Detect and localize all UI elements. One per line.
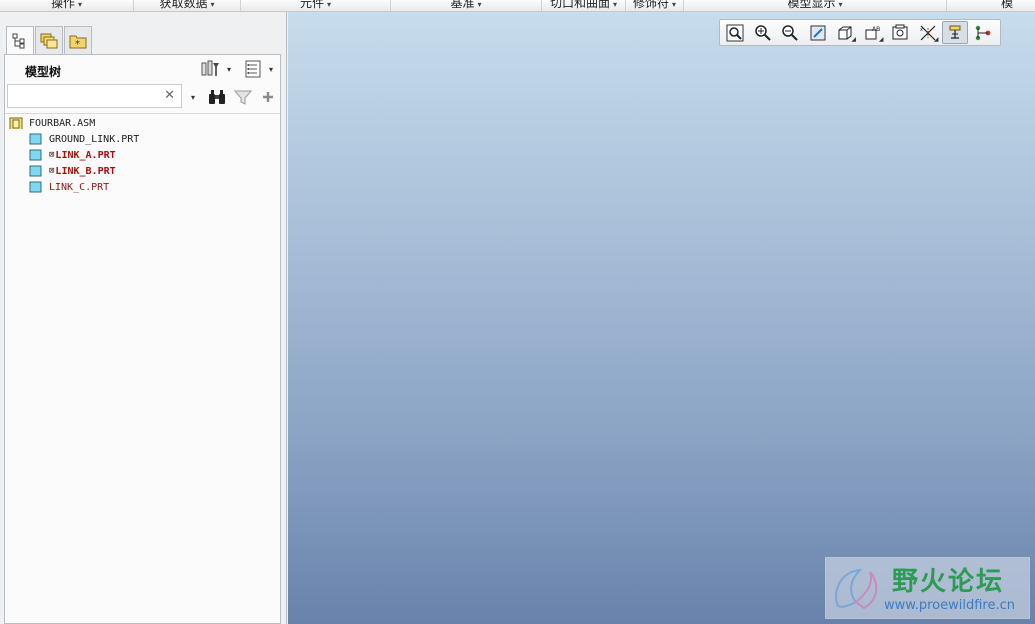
refit-icon <box>726 24 744 41</box>
forum-watermark: 野火论坛 www.proewildfire.cn <box>825 557 1030 619</box>
search-input[interactable] <box>8 85 158 107</box>
group-component[interactable]: 元件 ▾ <box>241 0 391 11</box>
chevron-down-icon: ◢ <box>878 36 884 43</box>
filter-button[interactable] <box>233 87 253 107</box>
group-label: 修饰符 <box>632 0 669 10</box>
tree-item-label: LINK_A.PRT <box>55 149 116 161</box>
chevron-down-icon: ▾ <box>78 0 83 9</box>
group-cut-surface[interactable]: 切口和曲面 ▾ <box>542 0 626 11</box>
svg-text:x: x <box>920 27 923 33</box>
display-style-button[interactable]: ◢ <box>832 21 858 44</box>
add-column-button[interactable] <box>259 87 277 107</box>
tab-folder-browser[interactable] <box>35 26 63 54</box>
tree-item-ground-link[interactable]: GROUND_LINK.PRT <box>29 131 139 147</box>
app-window: 操作 ▾ 获取数据 ▾ 元件 ▾ 基准 ▾ 切口和曲面 ▾ 修饰符 ▾ 模型显示 ▾ 模 <box>0 0 1035 624</box>
datum-display-button[interactable]: x ◢ <box>915 21 941 44</box>
part-icon <box>29 181 42 193</box>
group-datum[interactable]: 基准 ▾ <box>391 0 542 11</box>
part-icon <box>29 149 42 161</box>
divider <box>5 113 280 114</box>
watermark-url: www.proewildfire.cn <box>884 598 1015 613</box>
ribbon-group-bar: 操作 ▾ 获取数据 ▾ 元件 ▾ 基准 ▾ 切口和曲面 ▾ 修饰符 ▾ 模型显示 ▾ 模 <box>0 0 1035 12</box>
zoom-out-icon <box>782 24 798 41</box>
group-label: 获取数据 <box>159 0 208 10</box>
chevron-down-icon: ◢ <box>851 36 856 43</box>
annotation-display-icon <box>949 25 961 39</box>
tree-columns-button[interactable] <box>243 59 263 79</box>
tree-item-link-a[interactable]: ⊠ LINK_A.PRT <box>29 147 116 163</box>
close-icon[interactable]: ✕ <box>164 88 175 103</box>
group-label: 模型显示 <box>787 0 836 10</box>
chevron-down-icon: ▾ <box>210 0 215 9</box>
tree-item-label: LINK_B.PRT <box>55 165 116 177</box>
folder-browser-icon <box>40 33 58 48</box>
group-label: 基准 <box>450 0 475 10</box>
chevron-down-icon: ▾ <box>613 0 618 9</box>
tree-settings-icon <box>201 60 219 76</box>
zoom-in-button[interactable] <box>750 21 776 44</box>
favorites-icon: * <box>69 35 87 50</box>
chevron-down-icon: ▾ <box>838 0 843 9</box>
group-label: 元件 <box>299 0 324 10</box>
chevron-down-icon[interactable]: ▾ <box>191 93 195 102</box>
spin-center-button[interactable] <box>970 21 996 44</box>
graphics-toolbar: ◢ AB ◢ x ◢ <box>719 19 1001 46</box>
tree-item-label: FOURBAR.ASM <box>29 117 96 129</box>
part-icon <box>29 133 42 145</box>
excluded-icon: ⊠ <box>49 166 55 176</box>
group-model-display[interactable]: 模型显示 ▾ <box>684 0 947 11</box>
chevron-down-icon: ▾ <box>477 0 482 9</box>
find-button[interactable] <box>207 87 227 107</box>
watermark-title: 野火论坛 <box>892 567 1005 597</box>
excluded-icon: ⊠ <box>49 150 55 160</box>
spin-center-icon <box>975 25 990 40</box>
refit-button[interactable] <box>722 21 748 44</box>
tree-item-link-b[interactable]: ⊠ LINK_B.PRT <box>29 163 116 179</box>
svg-text:AB: AB <box>872 26 880 33</box>
zoom-in-icon <box>754 24 771 41</box>
group-operations[interactable]: 操作 ▾ <box>0 0 134 11</box>
group-label: 操作 <box>50 0 75 10</box>
repaint-icon <box>810 25 825 40</box>
part-icon <box>29 165 42 177</box>
repaint-button[interactable] <box>805 21 831 44</box>
chevron-down-icon: ▾ <box>327 0 332 9</box>
tree-item-label: GROUND_LINK.PRT <box>49 133 140 145</box>
group-model[interactable]: 模 <box>947 0 1035 11</box>
model-tree-icon <box>12 33 25 49</box>
add-icon <box>263 92 273 102</box>
binoculars-icon <box>209 90 225 104</box>
tree-columns-icon <box>245 60 261 78</box>
saved-orientations-button[interactable]: AB ◢ <box>860 21 886 44</box>
model-tree-title: 模型树 <box>25 65 62 79</box>
chevron-down-icon[interactable]: ▾ <box>227 65 231 74</box>
chevron-down-icon: ◢ <box>933 36 939 43</box>
group-modifiers[interactable]: 修饰符 ▾ <box>626 0 684 11</box>
group-get-data[interactable]: 获取数据 ▾ <box>134 0 241 11</box>
group-label: 切口和曲面 <box>549 0 610 10</box>
forum-logo <box>835 568 878 610</box>
tree-settings-button[interactable] <box>201 59 221 79</box>
assembly-icon <box>9 117 23 129</box>
tree-root-item[interactable]: FOURBAR.ASM <box>9 115 95 131</box>
view-manager-icon <box>892 24 908 39</box>
zoom-out-button[interactable] <box>777 21 803 44</box>
annotation-display-button[interactable] <box>942 21 968 44</box>
group-label: 模 <box>1000 0 1013 10</box>
tree-item-link-c[interactable]: LINK_C.PRT <box>29 179 109 195</box>
tab-favorites[interactable]: * <box>64 26 92 54</box>
view-manager-button[interactable] <box>887 21 913 44</box>
chevron-down-icon[interactable]: ▾ <box>269 65 273 74</box>
model-tree-panel: 模型树 ▾ ▾ ✕ ▾ FOURBAR.ASM GROUND_LINK.PRT … <box>4 54 281 624</box>
filter-icon <box>234 90 252 105</box>
graphics-window[interactable]: ◢ AB ◢ x ◢ 野火论坛 www.proewildfire.cn <box>288 12 1035 624</box>
tab-model-tree[interactable] <box>6 26 34 55</box>
svg-text:*: * <box>75 39 80 50</box>
tree-item-label: LINK_C.PRT <box>49 181 110 193</box>
tree-search-field[interactable]: ✕ <box>7 84 182 108</box>
chevron-down-icon: ▾ <box>672 0 677 9</box>
navigator-pane: * 模型树 ▾ ▾ ✕ ▾ FOURBAR.ASM GROUND_LINK.PR… <box>0 12 287 624</box>
